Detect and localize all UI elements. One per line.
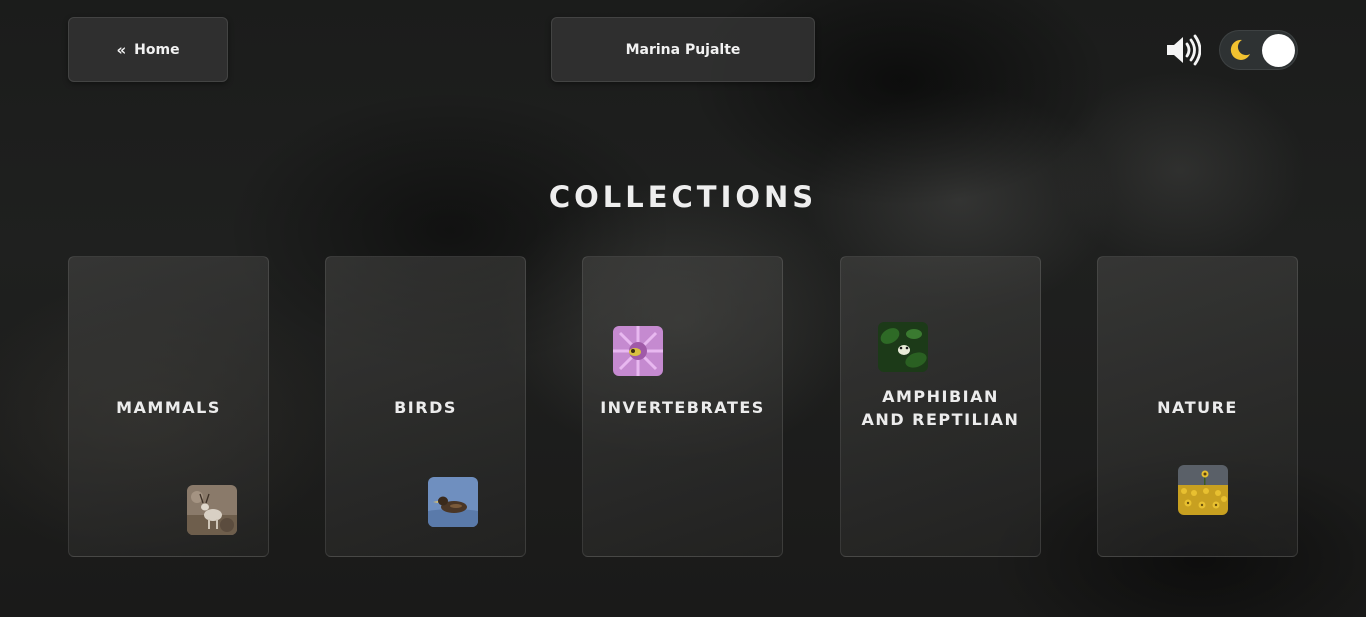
collection-label: AMPHIBIAN AND REPTILIAN — [861, 387, 1020, 429]
insect-on-flower-thumbnail — [613, 326, 663, 376]
sunflower-field-thumbnail — [1178, 465, 1228, 515]
moon-icon — [1230, 39, 1250, 60]
user-name: Marina Pujalte — [625, 41, 741, 58]
collection-card-nature[interactable]: NATURE — [1097, 256, 1298, 557]
collection-label: MAMMALS — [116, 398, 221, 417]
page-title: COLLECTIONS — [548, 180, 818, 214]
user-name-box: Marina Pujalte — [551, 17, 815, 82]
collection-card-amphibian-and-reptilian[interactable]: AMPHIBIAN AND REPTILIAN — [840, 256, 1041, 557]
home-button[interactable]: « Home — [68, 17, 228, 82]
duck-thumbnail — [428, 477, 478, 527]
collection-label: BIRDS — [394, 398, 457, 417]
collection-card-invertebrates[interactable]: INVERTEBRATES — [582, 256, 783, 557]
deer-thumbnail — [187, 485, 237, 535]
theme-toggle[interactable] — [1219, 30, 1298, 70]
collection-card-birds[interactable]: BIRDS — [325, 256, 526, 557]
frog-thumbnail — [878, 322, 928, 372]
home-button-label: Home — [134, 41, 180, 58]
collection-label: NATURE — [1157, 398, 1238, 417]
collection-card-mammals[interactable]: MAMMALS — [68, 256, 269, 557]
toggle-knob — [1262, 34, 1295, 67]
double-chevron-left-icon: « — [116, 40, 126, 59]
collection-label: INVERTEBRATES — [600, 398, 765, 417]
speaker-volume-icon[interactable] — [1165, 33, 1201, 67]
